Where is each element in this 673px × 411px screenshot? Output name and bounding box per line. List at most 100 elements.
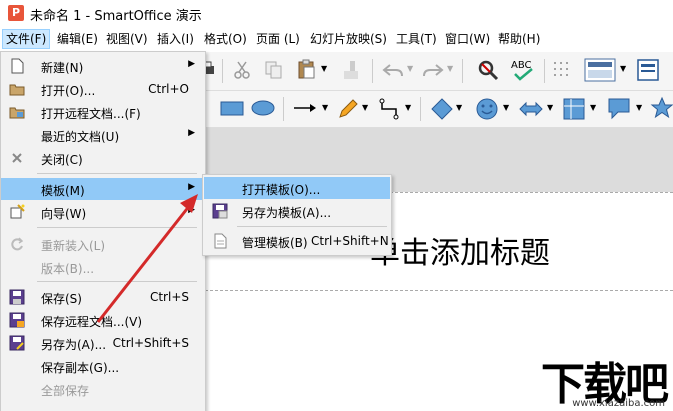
menu-separator — [37, 173, 197, 174]
smiley-icon[interactable] — [474, 96, 500, 122]
redo-dropdown-icon[interactable]: ▼ — [447, 64, 453, 73]
file-menu-templates[interactable]: 模板(M) ▶ — [1, 178, 203, 200]
flowchart-icon[interactable] — [562, 97, 586, 121]
paste-icon[interactable] — [296, 58, 318, 80]
menu-slideshow[interactable]: 幻灯片放映(S) — [307, 30, 390, 48]
file-menu-new[interactable]: 新建(N) ▶ — [1, 55, 203, 77]
connector-icon[interactable] — [378, 97, 402, 121]
connector-dropdown-icon[interactable]: ▼ — [405, 103, 411, 112]
block-arrows-dropdown-icon[interactable]: ▼ — [547, 103, 553, 112]
wizard-icon — [10, 204, 25, 219]
menu-separator — [37, 227, 197, 228]
template-save-as[interactable]: 另存为模板(A)... — [204, 200, 390, 222]
menu-item-label: 全部保存 — [41, 384, 90, 398]
toolbar-separator — [283, 97, 284, 121]
menu-window[interactable]: 窗口(W) — [442, 30, 493, 48]
menu-item-label: 打开模板(O)... — [242, 183, 321, 197]
close-icon — [12, 153, 22, 163]
toolbar-separator — [222, 59, 223, 83]
menu-view[interactable]: 视图(V) — [103, 30, 151, 48]
undo-dropdown-icon[interactable]: ▼ — [407, 64, 413, 73]
new-doc-icon — [11, 58, 24, 74]
submenu-arrow-icon: ▶ — [188, 182, 195, 192]
file-menu-save-remote[interactable]: 保存远程文档...(V) — [1, 309, 203, 331]
layout-dropdown-icon[interactable]: ▼ — [620, 64, 626, 73]
pencil-icon[interactable] — [336, 97, 360, 121]
paste-dropdown-icon[interactable]: ▼ — [321, 64, 327, 73]
app-logo-icon: P — [8, 5, 24, 21]
toolbar-separator — [544, 59, 545, 83]
file-menu-save-copy[interactable]: 保存副本(G)... — [1, 355, 203, 377]
basic-shapes-dropdown-icon[interactable]: ▼ — [456, 103, 462, 112]
rectangle-icon[interactable] — [219, 98, 245, 118]
menu-help[interactable]: 帮助(H) — [495, 30, 543, 48]
menu-item-label: 重新装入(L) — [41, 239, 106, 253]
file-menu-recent[interactable]: 最近的文档(U) ▶ — [1, 124, 203, 146]
save-icon — [9, 289, 25, 305]
slide-layout-icon[interactable] — [584, 58, 616, 82]
open-folder-icon — [9, 84, 25, 96]
clone-formatting-icon[interactable] — [340, 59, 362, 81]
title-placeholder-border — [180, 290, 673, 291]
file-menu-wizard[interactable]: 向导(W) ▶ — [1, 201, 203, 223]
window-title: 未命名 1 - SmartOffice 演示 — [30, 9, 202, 24]
file-menu-open-remote[interactable]: 打开远程文档...(F) — [1, 101, 203, 123]
menu-separator — [237, 226, 387, 227]
basic-shapes-icon[interactable] — [430, 97, 454, 121]
menu-edit[interactable]: 编辑(E) — [54, 30, 101, 48]
menu-item-label: 打开(O)... — [41, 84, 96, 98]
callout-icon[interactable] — [606, 96, 632, 122]
menu-page[interactable]: 页面 (L) — [253, 30, 303, 48]
menu-item-label: 保存远程文档...(V) — [41, 315, 143, 329]
file-menu-close[interactable]: 关闭(C) — [1, 147, 203, 169]
submenu-arrow-icon: ▶ — [188, 205, 195, 215]
file-menu-reload[interactable]: 重新装入(L) — [1, 233, 203, 255]
menu-item-label: 模板(M) — [41, 184, 85, 198]
flowchart-dropdown-icon[interactable]: ▼ — [590, 103, 596, 112]
save-template-icon — [212, 203, 228, 219]
menu-item-label: 另存为(A)... — [41, 338, 107, 352]
menu-item-label: 保存(S) — [41, 292, 82, 306]
callout-dropdown-icon[interactable]: ▼ — [636, 103, 642, 112]
line-dropdown-icon[interactable]: ▼ — [322, 103, 328, 112]
curve-dropdown-icon[interactable]: ▼ — [362, 103, 368, 112]
grid-icon[interactable] — [552, 60, 572, 80]
menu-item-label: 最近的文档(U) — [41, 130, 120, 144]
save-as-icon — [9, 335, 25, 351]
menu-insert[interactable]: 插入(I) — [154, 30, 197, 48]
menu-file[interactable]: 文件(F) — [2, 29, 51, 49]
menu-item-shortcut: Ctrl+O — [148, 82, 189, 96]
file-menu-dropdown: 新建(N) ▶ 打开(O)... Ctrl+O 打开远程文档...(F) 最近的… — [0, 51, 206, 411]
template-open[interactable]: 打开模板(O)... — [204, 177, 390, 199]
slide-icon[interactable] — [636, 58, 660, 82]
title-bar: P 未命名 1 - SmartOffice 演示 — [0, 0, 673, 26]
menu-item-label: 向导(W) — [41, 207, 87, 221]
menu-tools[interactable]: 工具(T) — [393, 30, 440, 48]
file-menu-versions[interactable]: 版本(B)... — [1, 256, 203, 278]
file-menu-save-as[interactable]: 另存为(A)... Ctrl+Shift+S — [1, 332, 203, 354]
menu-format[interactable]: 格式(O) — [201, 30, 250, 48]
ellipse-icon[interactable] — [250, 98, 276, 118]
symbol-shapes-dropdown-icon[interactable]: ▼ — [503, 103, 509, 112]
find-replace-icon[interactable] — [476, 58, 500, 82]
file-menu-save[interactable]: 保存(S) Ctrl+S — [1, 286, 203, 308]
undo-icon[interactable] — [382, 61, 404, 79]
menu-separator — [37, 281, 197, 282]
menu-item-shortcut: Ctrl+Shift+S — [112, 336, 189, 350]
app-window: P 未命名 1 - SmartOffice 演示 文件(F) 编辑(E) 视图(… — [0, 0, 673, 411]
star-icon[interactable] — [650, 96, 673, 120]
copy-icon[interactable] — [264, 60, 284, 80]
template-manage[interactable]: 管理模板(B) Ctrl+Shift+N — [204, 230, 390, 252]
cut-icon[interactable] — [232, 60, 252, 80]
file-menu-open[interactable]: 打开(O)... Ctrl+O — [1, 78, 203, 100]
redo-icon[interactable] — [422, 61, 444, 79]
slide-title-placeholder[interactable]: 单击添加标题 — [370, 228, 550, 272]
line-arrow-icon[interactable] — [292, 100, 318, 116]
menu-item-label: 版本(B)... — [41, 262, 95, 276]
menu-item-label: 打开远程文档...(F) — [41, 107, 141, 121]
menu-item-label: 管理模板(B) — [242, 236, 308, 250]
block-arrows-icon[interactable] — [518, 97, 544, 121]
reload-icon — [11, 237, 24, 251]
spellcheck-icon[interactable]: ABC — [510, 57, 536, 83]
file-menu-save-all[interactable]: 全部保存 — [1, 378, 203, 400]
